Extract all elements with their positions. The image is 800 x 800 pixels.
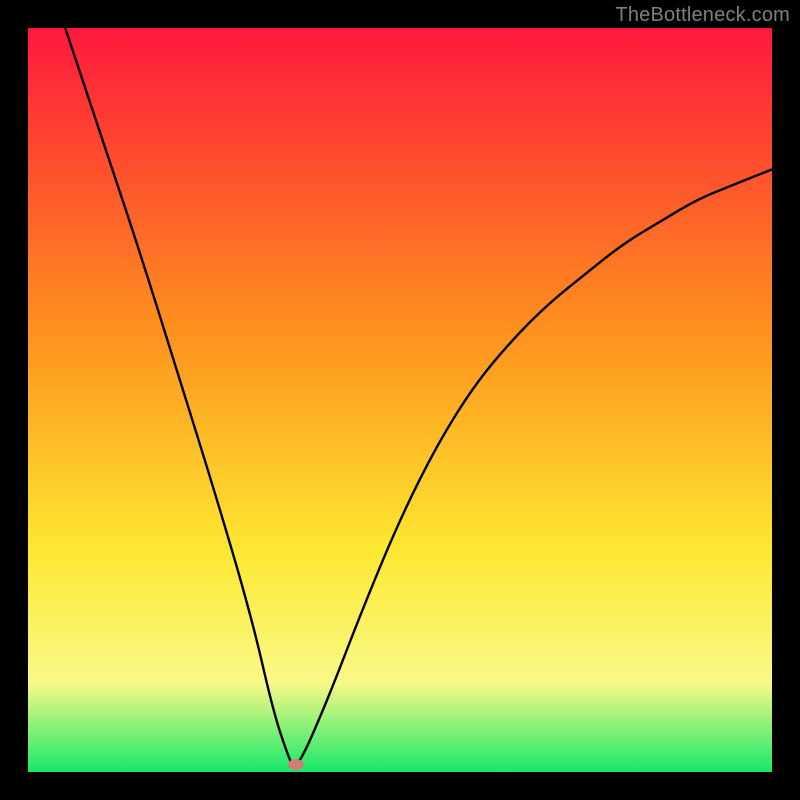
plot-area [28, 28, 772, 772]
bottleneck-chart [28, 28, 772, 772]
minimum-marker [288, 759, 304, 770]
gradient-background [28, 28, 772, 772]
watermark-label: TheBottleneck.com [615, 4, 790, 27]
chart-frame: TheBottleneck.com [0, 0, 800, 800]
